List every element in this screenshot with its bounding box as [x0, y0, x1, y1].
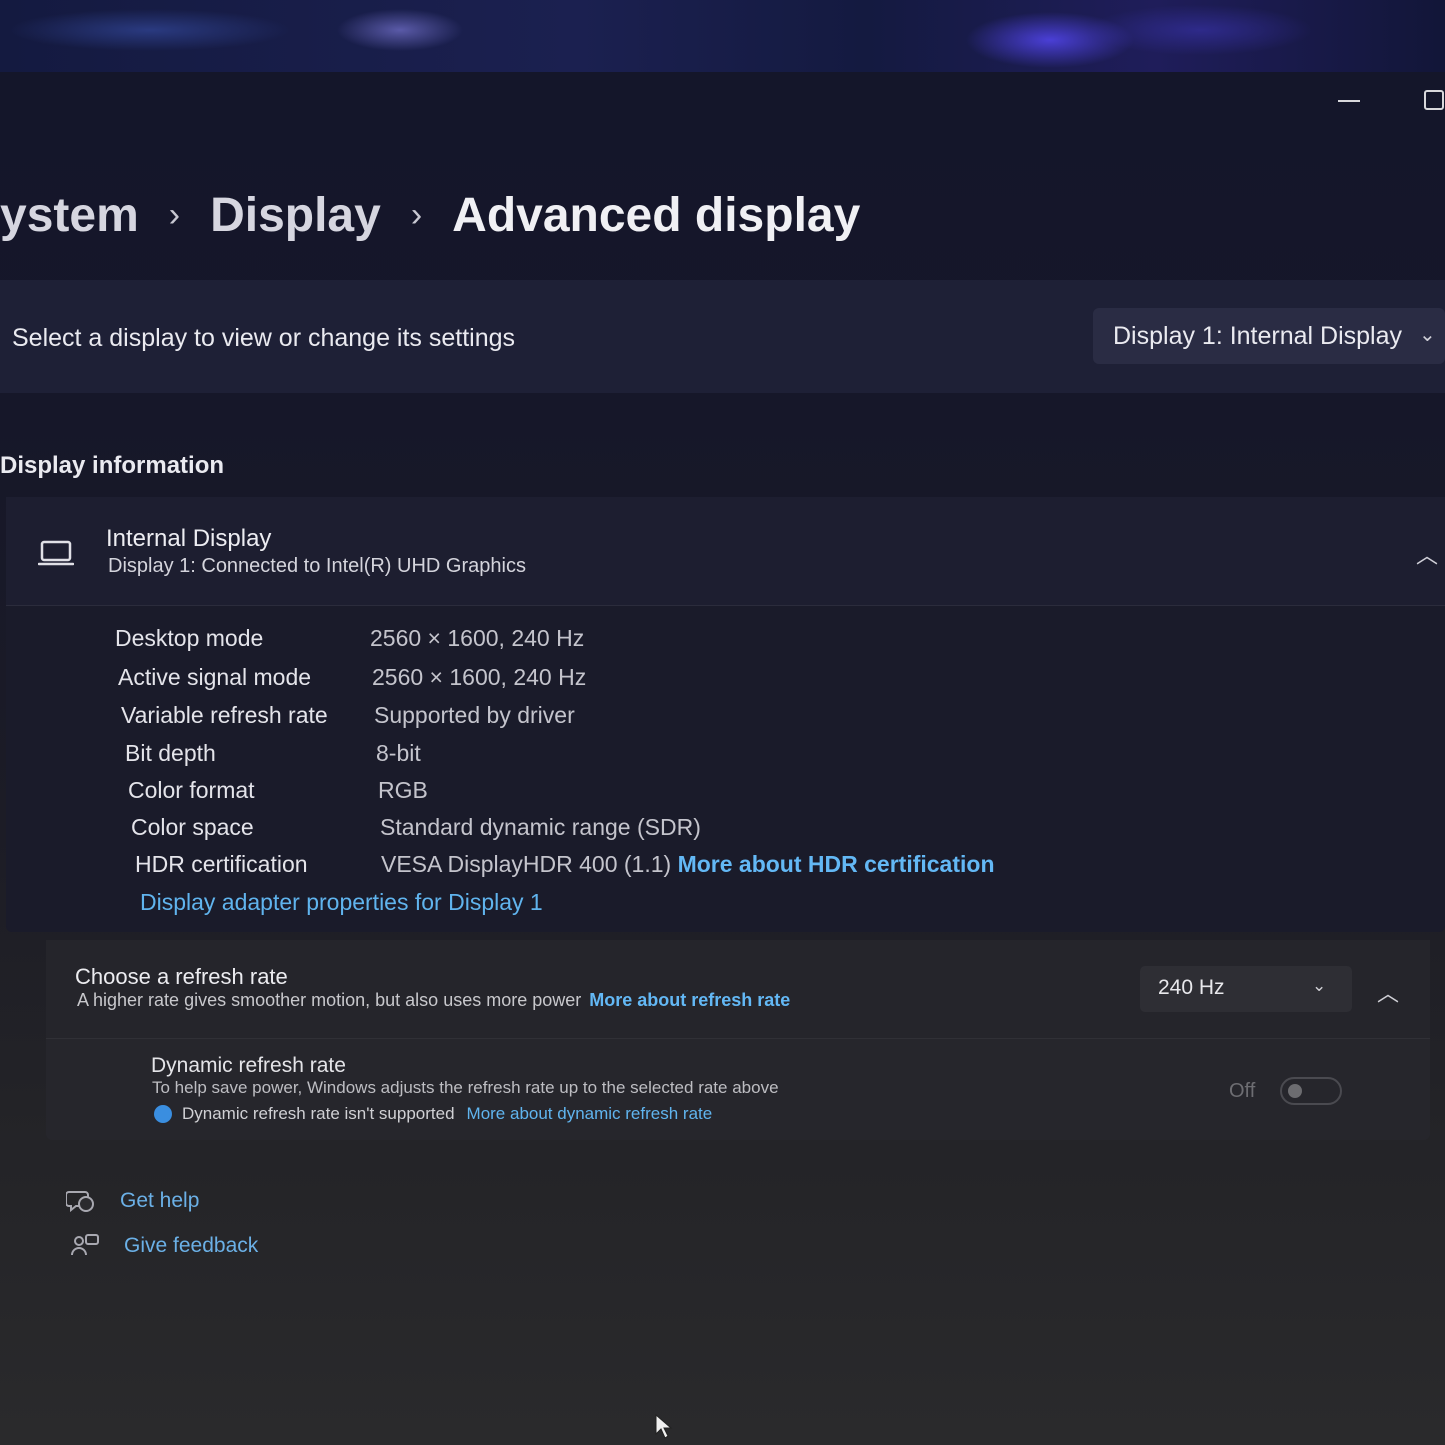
chevron-up-icon[interactable]: ︿: [1416, 538, 1438, 570]
refresh-rate-dropdown[interactable]: 240 Hz ⌄: [1140, 966, 1352, 1012]
dynamic-refresh-link[interactable]: More about dynamic refresh rate: [467, 1104, 713, 1124]
prop-value-hdr-certification: VESA DisplayHDR 400 (1.1) More about HDR…: [381, 851, 995, 878]
breadcrumb-system[interactable]: ystem: [0, 188, 139, 243]
give-feedback-link[interactable]: Give feedback: [124, 1234, 258, 1258]
help-chat-icon: [66, 1191, 94, 1213]
chevron-down-icon: ⌄: [1419, 324, 1436, 346]
prop-label-hdr-certification: HDR certification: [135, 851, 308, 877]
chevron-up-icon[interactable]: ︿: [1377, 976, 1399, 1008]
get-help-link[interactable]: Get help: [120, 1189, 199, 1213]
refresh-rate-link[interactable]: More about refresh rate: [589, 990, 790, 1010]
prop-value-desktop-mode: 2560 × 1600, 240 Hz: [370, 625, 585, 651]
chevron-down-icon: ⌄: [1312, 976, 1327, 995]
toggle-knob: [1288, 1084, 1302, 1098]
prop-label-color-space: Color space: [131, 814, 254, 840]
dynamic-refresh-subtitle: To help save power, Windows adjusts the …: [152, 1078, 779, 1097]
hdr-certification-value: VESA DisplayHDR 400 (1.1): [381, 851, 672, 877]
dynamic-refresh-warning-text: Dynamic refresh rate isn't supported: [182, 1104, 455, 1123]
prop-label-bit-depth: Bit depth: [125, 740, 216, 766]
mouse-cursor-icon: [655, 1414, 673, 1439]
device-subtitle: Display 1: Connected to Intel(R) UHD Gra…: [108, 555, 526, 577]
device-name: Internal Display: [106, 525, 272, 552]
get-help-row[interactable]: Get help: [66, 1188, 199, 1214]
breadcrumb-display[interactable]: Display: [210, 188, 381, 243]
prop-label-color-format: Color format: [128, 777, 255, 803]
maximize-button[interactable]: [1424, 90, 1444, 110]
feedback-icon: [71, 1234, 99, 1256]
dynamic-refresh-toggle[interactable]: [1280, 1077, 1342, 1105]
info-icon: [154, 1105, 172, 1123]
prop-label-desktop-mode: Desktop mode: [115, 625, 264, 651]
breadcrumb: ystem › Display › Advanced display: [0, 180, 860, 250]
display-dropdown[interactable]: Display 1: Internal Display ⌄: [1093, 308, 1445, 364]
prop-value-bit-depth: 8-bit: [376, 740, 421, 766]
breadcrumb-separator: ›: [168, 195, 181, 234]
prop-label-variable-refresh-rate: Variable refresh rate: [121, 702, 328, 728]
section-title: Display information: [0, 452, 225, 479]
prop-value-active-signal-mode: 2560 × 1600, 240 Hz: [372, 664, 587, 690]
refresh-rate-value: 240 Hz: [1158, 976, 1225, 999]
minimize-button[interactable]: [1338, 100, 1360, 102]
refresh-rate-title: Choose a refresh rate: [75, 964, 288, 989]
prop-value-variable-refresh-rate: Supported by driver: [374, 702, 575, 728]
page-title: Advanced display: [452, 188, 861, 242]
dynamic-refresh-warning: Dynamic refresh rate isn't supported Mor…: [154, 1104, 712, 1124]
refresh-rate-description: A higher rate gives smoother motion, but…: [77, 990, 582, 1010]
prop-value-color-space: Standard dynamic range (SDR): [380, 814, 701, 840]
laptop-icon: [38, 540, 74, 566]
desktop-wallpaper: [0, 0, 1445, 72]
display-adapter-properties-link[interactable]: Display adapter properties for Display 1: [140, 889, 543, 916]
prop-label-active-signal-mode: Active signal mode: [118, 664, 312, 690]
give-feedback-row[interactable]: Give feedback: [70, 1233, 258, 1259]
display-select-label: Select a display to view or change its s…: [12, 324, 516, 352]
hdr-certification-link[interactable]: More about HDR certification: [678, 851, 995, 877]
breadcrumb-separator: ›: [410, 195, 423, 234]
display-dropdown-value: Display 1: Internal Display: [1113, 322, 1403, 350]
refresh-rate-subtitle: A higher rate gives smoother motion, but…: [77, 990, 790, 1011]
prop-value-color-format: RGB: [378, 777, 428, 803]
toggle-state-label: Off: [1229, 1080, 1256, 1102]
dynamic-refresh-title: Dynamic refresh rate: [151, 1054, 346, 1077]
